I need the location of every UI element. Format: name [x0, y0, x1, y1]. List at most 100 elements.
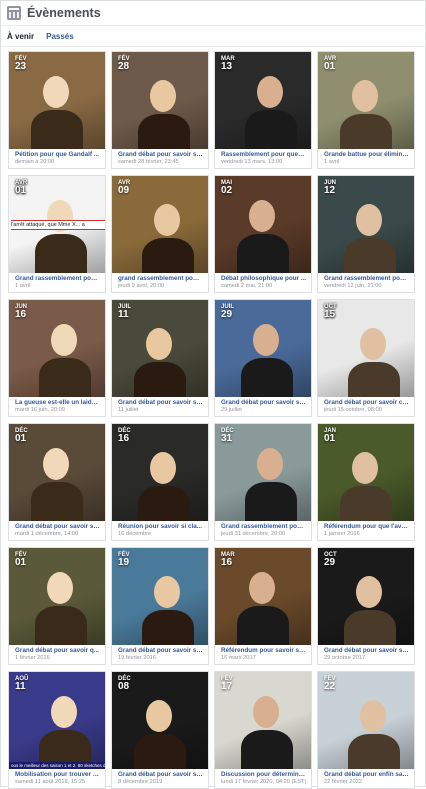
event-photo[interactable]: JUIL 29 [215, 300, 311, 397]
event-photo[interactable]: l'arrêt attaqué, que Mme X... a AVR 01 [9, 176, 105, 273]
badge-day: 01 [15, 185, 27, 196]
event-title[interactable]: grand rassemblement pour ... [118, 275, 203, 282]
event-photo[interactable]: OCT 29 [318, 548, 414, 645]
event-card[interactable]: DÉC 01 Grand débat pour savoir si ... mardi… [8, 423, 106, 541]
event-photo[interactable]: JAN 01 [318, 424, 414, 521]
event-card[interactable]: FÉV 28 Grand débat pour savoir si ... samed… [111, 51, 209, 169]
photo-figure-body [348, 734, 400, 769]
event-title[interactable]: Grand débat pour enfin sav... [324, 771, 409, 778]
event-card[interactable]: JUIL 11 Grand débat pour savoir si ... 11 j… [111, 299, 209, 417]
event-photo[interactable]: FÉV 19 [112, 548, 208, 645]
event-photo[interactable]: FÉV 23 [9, 52, 105, 149]
event-photo[interactable]: JUN 16 [9, 300, 105, 397]
photo-figure-head [360, 328, 386, 360]
event-card[interactable]: AVR 09 grand rassemblement pour ... jeudi 9… [111, 175, 209, 293]
event-title[interactable]: Grand débat pour savoir si ... [221, 399, 306, 406]
badge-day: 13 [221, 61, 233, 72]
event-card[interactable]: MAR 13 Rassemblement pour que le... vendred… [214, 51, 312, 169]
event-photo[interactable]: MAR 13 [215, 52, 311, 149]
event-date: mardi 16 juin, 20:00 [15, 407, 65, 413]
event-photo[interactable]: JUN 12 [318, 176, 414, 273]
photo-figure-body [39, 358, 91, 397]
event-photo[interactable]: JUIL 11 [112, 300, 208, 397]
event-title[interactable]: Grand débat pour savoir si ... [324, 647, 409, 654]
date-badge: DÉC 16 [118, 428, 131, 444]
event-title[interactable]: Grand débat pour savoir q... [15, 647, 100, 654]
tab-past[interactable]: Passés [46, 28, 74, 45]
event-card[interactable]: FÉV 01 Grand débat pour savoir q... 1 févri… [8, 547, 106, 665]
event-title[interactable]: Réunion pour savoir si cla... [118, 523, 203, 530]
event-photo[interactable]: FÉV 17 [215, 672, 311, 769]
event-title[interactable]: Grand rassemblement pour ... [15, 275, 100, 282]
event-card[interactable]: OCT 29 Grand débat pour savoir si ... 29 oc… [317, 547, 415, 665]
event-card[interactable]: MAI 02 Débat philosophique pour ... samedi … [214, 175, 312, 293]
tab-upcoming[interactable]: À venir [7, 28, 34, 45]
event-photo[interactable]: MAR 16 [215, 548, 311, 645]
event-title[interactable]: Grand rassemblement pour ... [221, 523, 306, 530]
event-title[interactable]: Mobilisation pour trouver J... [15, 771, 100, 778]
event-photo[interactable]: FÉV 28 [112, 52, 208, 149]
event-info: Grand rassemblement pour ... 1 avril [9, 273, 105, 289]
event-card[interactable]: FÉV 19 Grand débat pour savoir si ... 19 fé… [111, 547, 209, 665]
event-card[interactable]: DÉC 16 Réunion pour savoir si cla... 16 déc… [111, 423, 209, 541]
event-info: grand rassemblement pour ... jeudi 9 avri… [112, 273, 208, 289]
event-card[interactable]: OCT 15 Grand débat pour savoir co... jeudi … [317, 299, 415, 417]
event-card[interactable]: JUN 12 Grand rassemblement pour ... vendred… [317, 175, 415, 293]
badge-day: 29 [324, 557, 336, 568]
photo-figure-head [150, 452, 176, 484]
event-title[interactable]: Grand rassemblement pour ... [324, 275, 409, 282]
event-card[interactable]: DÉC 08 Grand débat pour savoir si ... 8 déc… [111, 671, 209, 789]
badge-day: 01 [15, 433, 27, 444]
event-title[interactable]: Grand débat pour savoir si ... [118, 647, 203, 654]
event-photo[interactable]: MAI 02 [215, 176, 311, 273]
event-info: Discussion pour déterminer ... lundi 17 f… [215, 769, 311, 785]
photo-figure-head [43, 448, 69, 480]
event-title[interactable]: Discussion pour déterminer ... [221, 771, 306, 778]
event-title[interactable]: Grande battue pour élimine... [324, 151, 409, 158]
event-info: La gueuse est-elle un laider... mardi 16 … [9, 397, 105, 413]
event-photo[interactable]: DÉC 16 [112, 424, 208, 521]
photo-figure-head [253, 324, 279, 356]
event-card[interactable]: JAN 01 Référendum pour que l'ave... 1 janvi… [317, 423, 415, 541]
event-photo[interactable]: FÉV 22 [318, 672, 414, 769]
event-title[interactable]: Grand débat pour savoir si ... [118, 151, 203, 158]
event-card[interactable]: AVR 01 Grande battue pour élimine... 1 avri… [317, 51, 415, 169]
photo-figure-body [344, 238, 396, 273]
badge-day: 16 [118, 433, 130, 444]
event-title[interactable]: Grand débat pour savoir si ... [15, 523, 100, 530]
event-title[interactable]: Grand débat pour savoir co... [324, 399, 409, 406]
photo-figure-body [340, 486, 392, 521]
event-photo[interactable]: ous le meilleur des saison 1 et 2. 80 sk… [9, 672, 105, 769]
event-title[interactable]: La gueuse est-elle un laider... [15, 399, 100, 406]
event-card[interactable]: JUN 16 La gueuse est-elle un laider... mard… [8, 299, 106, 417]
event-photo[interactable]: DÉC 31 [215, 424, 311, 521]
badge-day: 01 [15, 557, 27, 568]
event-card[interactable]: JUIL 29 Grand débat pour savoir si ... 29 j… [214, 299, 312, 417]
event-photo[interactable]: DÉC 08 [112, 672, 208, 769]
event-photo[interactable]: OCT 15 [318, 300, 414, 397]
event-title[interactable]: Grand débat pour savoir si ... [118, 771, 203, 778]
event-card[interactable]: ous le meilleur des saison 1 et 2. 80 sk… [8, 671, 106, 789]
event-card[interactable]: FÉV 17 Discussion pour déterminer ... lundi… [214, 671, 312, 789]
photo-figure-body [344, 610, 396, 645]
event-title[interactable]: Débat philosophique pour ... [221, 275, 306, 282]
event-title[interactable]: Rassemblement pour que le... [221, 151, 306, 158]
event-card[interactable]: DÉC 31 Grand rassemblement pour ... jeudi 3… [214, 423, 312, 541]
photo-figure-head [257, 448, 283, 480]
event-photo[interactable]: FÉV 01 [9, 548, 105, 645]
event-title[interactable]: Pétition pour que Gandalf ... [15, 151, 100, 158]
event-title[interactable]: Référendum pour savoir si l... [221, 647, 306, 654]
date-badge: DÉC 08 [118, 676, 131, 692]
event-card[interactable]: FÉV 22 Grand débat pour enfin sav... 22 fév… [317, 671, 415, 789]
event-photo[interactable]: AVR 01 [318, 52, 414, 149]
photo-figure-body [245, 482, 297, 521]
event-title[interactable]: Référendum pour que l'ave... [324, 523, 409, 530]
event-title[interactable]: Grand débat pour savoir si ... [118, 399, 203, 406]
event-card[interactable]: FÉV 23 Pétition pour que Gandalf ... demain… [8, 51, 106, 169]
event-info: Grand débat pour savoir si ... mardi 1 dé… [9, 521, 105, 537]
event-photo[interactable]: AVR 09 [112, 176, 208, 273]
event-photo[interactable]: DÉC 01 [9, 424, 105, 521]
badge-day: 16 [15, 309, 27, 320]
event-card[interactable]: MAR 16 Référendum pour savoir si l... 16 ma… [214, 547, 312, 665]
event-card[interactable]: l'arrêt attaqué, que Mme X... a AVR 01 Gran… [8, 175, 106, 293]
